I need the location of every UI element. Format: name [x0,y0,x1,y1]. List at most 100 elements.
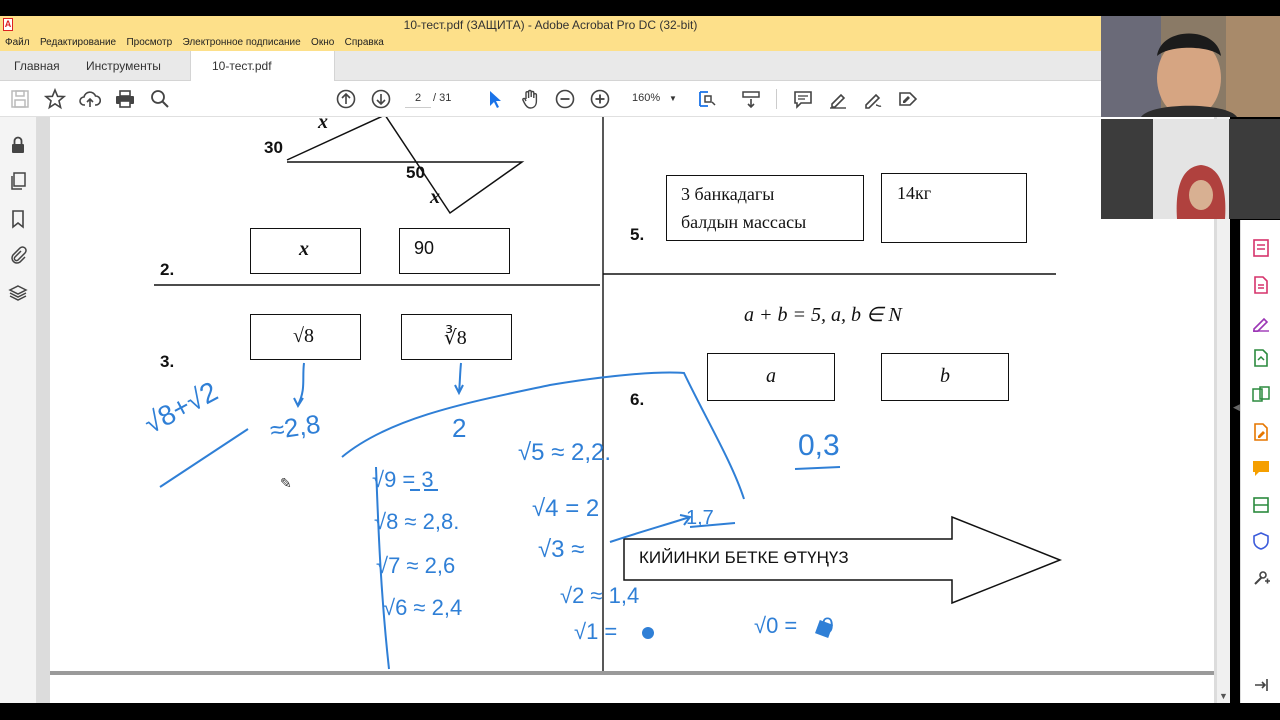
draw-tool-icon[interactable] [862,88,884,110]
pdf-page: x 30 50 x 2. x 90 3. √8 ∛8 5. 3 банкадаг… [50,111,1214,671]
q3-right-box: ∛8 [401,314,512,360]
ink-root1: √1 = [574,619,618,644]
ink-root3: √3 ≈ [538,536,585,563]
menu-bar: Файл Редактирование Просмотр Электронное… [0,34,1101,51]
q5-left-line2: балдын массасы [681,212,807,232]
pdf-page-next [50,675,1214,703]
next-page-icon[interactable] [370,88,392,110]
ink-root7: √7 ≈ 2,6 [376,553,456,578]
menu-window[interactable]: Окно [311,34,334,51]
create-pdf-icon[interactable] [1251,348,1271,368]
q5-left-box: 3 банкадагы балдын массасы [666,175,864,241]
video-participant-1 [1101,16,1280,117]
page-number-input[interactable]: 2 [405,89,431,108]
zoom-in-icon[interactable] [589,88,611,110]
edit-pdf-icon[interactable] [1251,312,1271,333]
q5-right-box: 14кг [881,173,1027,243]
cloud-upload-icon[interactable] [79,88,102,110]
attachment-icon[interactable] [8,245,28,265]
menu-e-sign[interactable]: Электронное подписание [182,34,300,51]
ink-root8: √8 ≈ 2,8. [374,509,460,534]
menu-help[interactable]: Справка [345,34,384,51]
window-title: 10-тест.pdf (ЗАЩИТА) - Adobe Acrobat Pro… [403,18,698,32]
q3-left-value: √8 [293,325,314,347]
save-icon[interactable] [9,88,31,110]
q5-left-line1: 3 банкадагы [681,184,775,204]
document-area: x 30 50 x 2. x 90 3. √8 ∛8 5. 3 банкадаг… [37,111,1217,703]
q2-left-value: x [299,238,309,260]
triangle-label-x-top: x [318,111,328,133]
fill-sign-icon[interactable] [1251,422,1271,442]
toolbar: 2 / 31 160% ▼ [0,81,1101,117]
pen-cursor-icon: ✎ [280,475,292,491]
export-pdf-icon[interactable] [1251,275,1271,295]
comment-icon[interactable] [792,88,814,110]
next-page-arrow-text[interactable]: КИЙИНКИ БЕТКЕ ӨТҮҢҮЗ [639,548,849,568]
menu-edit[interactable]: Редактирование [40,34,116,51]
q6-condition: a + b = 5, a, b ∈ N [744,304,902,326]
ink-root4: √4 = 2 [532,495,600,522]
question-3-number: 3. [160,352,175,371]
tab-document[interactable]: 10-тест.pdf (ЗАЩИ...✕ [190,51,335,103]
scroll-down-icon[interactable]: ▼ [1219,691,1228,701]
previous-page-icon[interactable] [335,88,357,110]
q2-left-box: x [250,228,361,274]
q6-left-box: a [707,353,835,401]
page-total: / 31 [433,92,452,104]
collapse-panel-icon[interactable] [1251,675,1271,695]
menu-view[interactable]: Просмотр [126,34,172,51]
chevron-down-icon: ▼ [669,94,677,103]
collapse-right-icon[interactable]: ◀ [1233,402,1240,413]
q3-left-box: √8 [250,314,361,360]
organize-pages-icon[interactable] [1251,238,1271,258]
ink-root0-lhs: √0 = [754,613,804,638]
screen-top-strip [0,0,1280,16]
triangle-label-30: 30 [264,138,283,157]
q6-right-value: b [940,365,950,387]
q6-right-box: b [881,353,1009,401]
tab-home[interactable]: Главная [14,51,60,81]
combine-files-icon[interactable] [1251,385,1271,405]
lock-icon[interactable] [8,135,28,155]
page-thumbnails-icon[interactable] [8,171,28,191]
select-cursor-icon[interactable] [484,88,506,110]
highlight-pen-icon[interactable] [827,88,849,110]
ink-two: 2 [452,413,467,443]
zoom-out-icon[interactable] [554,88,576,110]
layers-icon[interactable] [8,283,28,303]
sign-tool-icon[interactable] [897,88,919,110]
more-tools-icon[interactable] [1251,568,1271,588]
toolbar-separator [776,89,777,109]
right-tools-rail: ◀ [1233,220,1280,703]
comment-tool-icon[interactable] [1251,458,1271,478]
participant-1-video [1101,16,1280,117]
tab-bar: Главная Инструменты 10-тест.pdf (ЗАЩИ...… [0,51,1101,103]
ink-scribble-dot [642,627,654,639]
print-icon[interactable] [114,88,136,110]
scroll-mode-icon[interactable] [740,88,762,110]
question-5-number: 5. [630,225,645,244]
star-icon[interactable] [43,87,67,110]
left-navigation-rail: ◀ [0,117,47,703]
title-bar: A 10-тест.pdf (ЗАЩИТА) - Adobe Acrobat P… [0,16,1101,34]
participant-2-video [1101,119,1280,219]
q2-right-box: 90 [399,228,510,274]
zoom-select[interactable]: 160% ▼ [625,89,677,108]
screen-bottom-strip [0,703,1280,720]
hand-tool-icon[interactable] [519,88,541,110]
ink-root2: √2 ≈ 1,4 [560,583,640,608]
q3-right-value: ∛8 [444,327,467,349]
protect-icon[interactable] [1251,531,1271,551]
ink-root5: √5 ≈ 2,2. [518,439,612,466]
bookmark-icon[interactable] [8,209,28,229]
tab-tools[interactable]: Инструменты [86,51,161,81]
menu-file[interactable]: Файл [5,34,30,51]
zoom-search-icon[interactable] [149,88,171,110]
video-participant-2 [1101,119,1280,219]
triangle-label-50: 50 [406,163,425,182]
page-fit-icon[interactable] [697,88,719,110]
q5-right-value: 14кг [897,183,932,203]
q6-left-value: a [766,365,776,387]
scan-ocr-icon[interactable] [1251,495,1271,515]
ink-q6-answer: 0,3 [798,429,840,462]
